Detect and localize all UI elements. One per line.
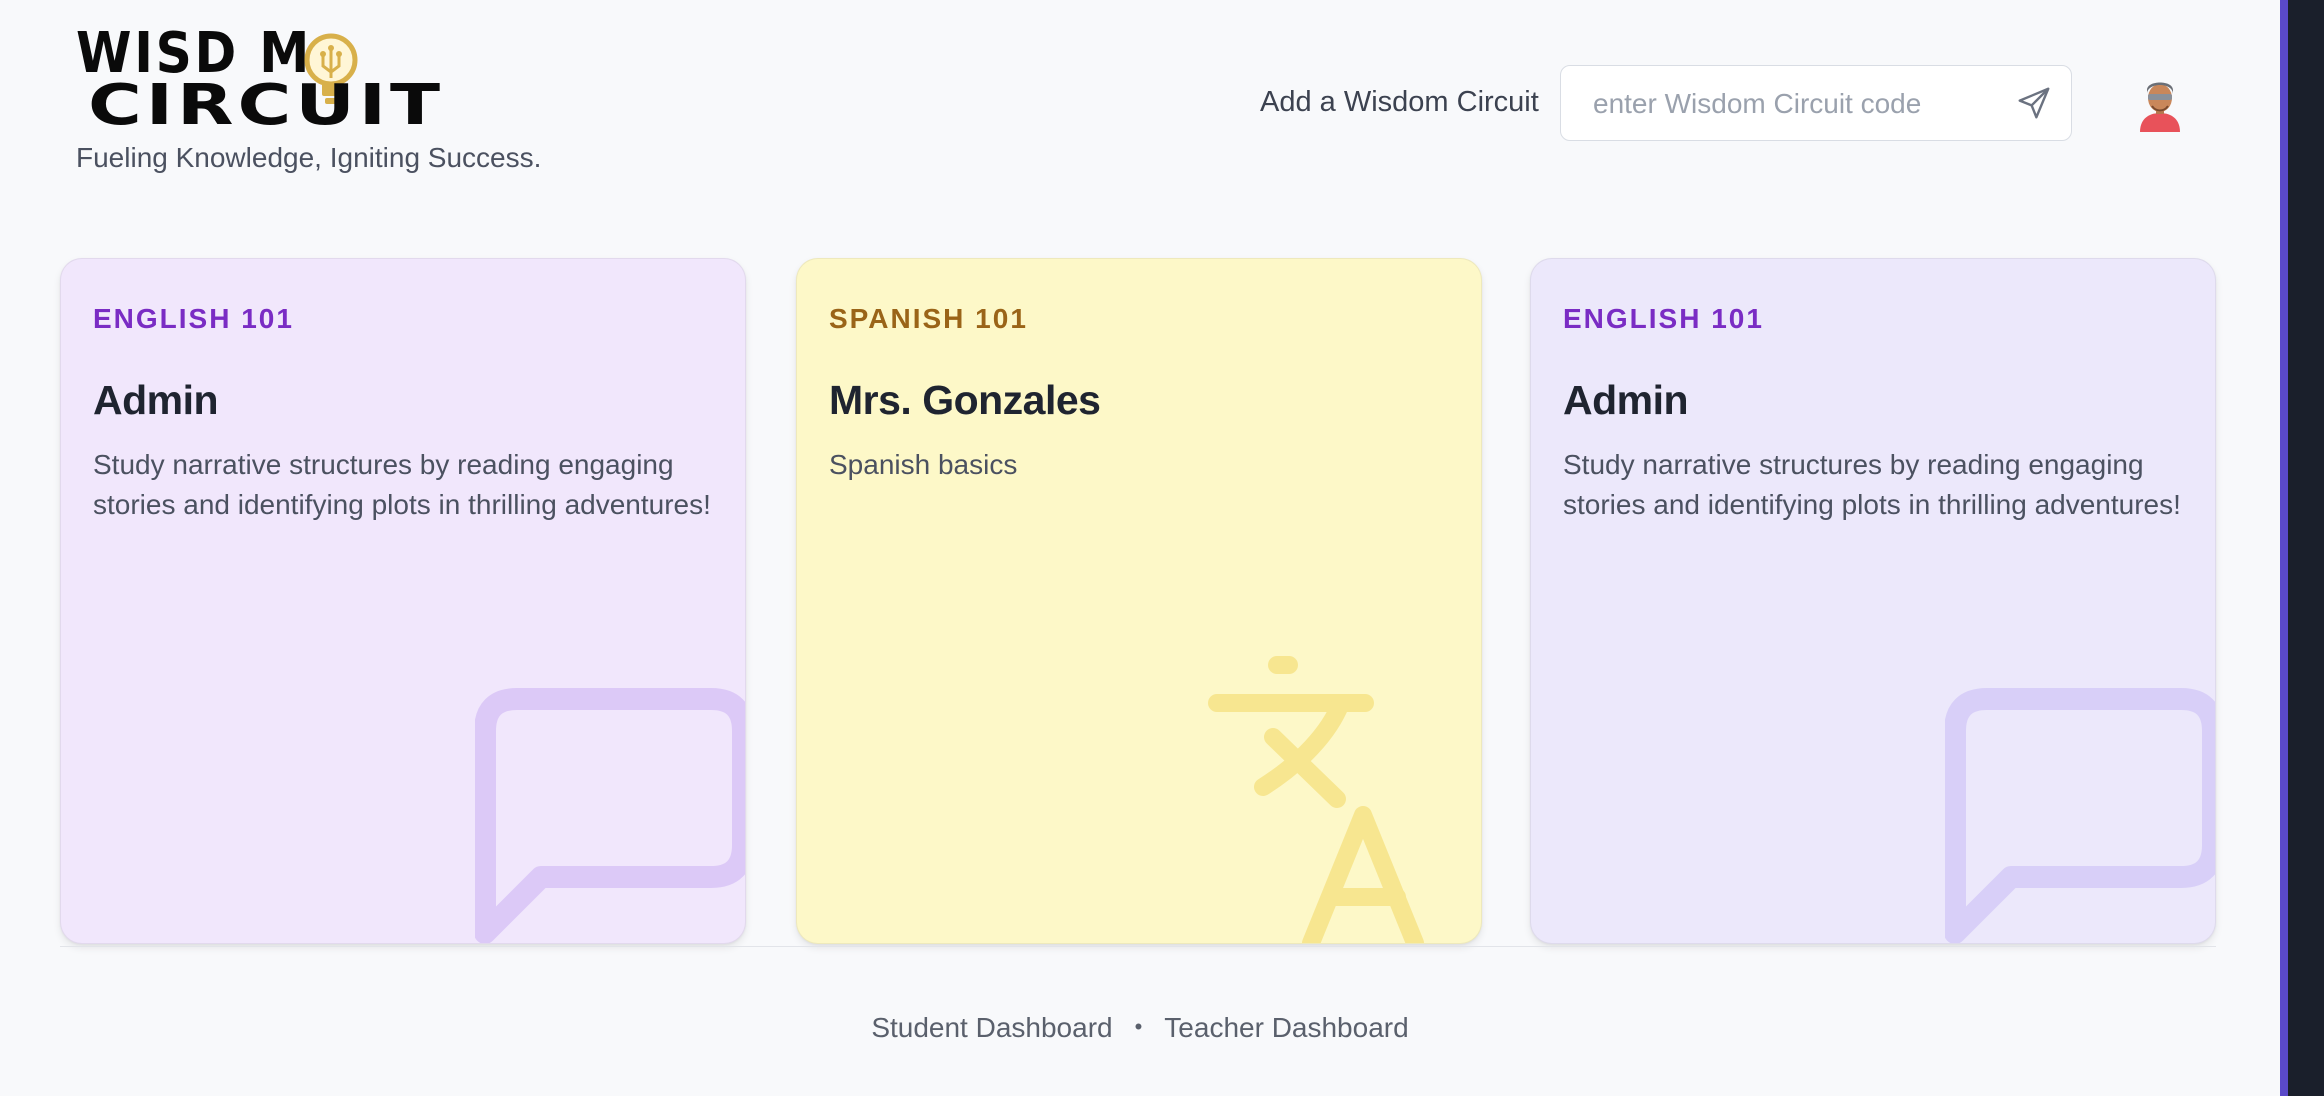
circuit-card-english-1[interactable]: ENGLISH 101 Admin Study narrative struct… xyxy=(60,258,746,944)
student-dashboard-link[interactable]: Student Dashboard xyxy=(871,1012,1112,1043)
circuit-card-english-2[interactable]: ENGLISH 101 Admin Study narrative struct… xyxy=(1530,258,2216,944)
card-description: Spanish basics xyxy=(829,449,1018,480)
circuit-card-spanish[interactable]: SPANISH 101 Mrs. Gonzales Spanish basics xyxy=(796,258,1482,944)
speech-bubble-icon xyxy=(1945,688,2215,943)
card-teacher-name: Admin xyxy=(93,377,219,423)
card-course-title: ENGLISH 101 xyxy=(93,303,294,334)
card-teacher-name: Admin xyxy=(1563,377,1689,423)
circuit-code-input[interactable] xyxy=(1591,66,1995,141)
tagline: Fueling Knowledge, Igniting Success. xyxy=(76,142,542,173)
card-course-title: SPANISH 101 xyxy=(829,303,1028,334)
teacher-dashboard-link[interactable]: Teacher Dashboard xyxy=(1164,1012,1408,1043)
card-description: Study narrative structures by reading en… xyxy=(1563,449,2181,520)
window-edge xyxy=(2280,0,2324,1096)
user-avatar-icon xyxy=(2140,82,2180,132)
card-course-title: ENGLISH 101 xyxy=(1563,303,1764,334)
logo-wordmark-bottom: CIRCUIT xyxy=(88,73,444,126)
footer-separator: • xyxy=(1134,1014,1143,1039)
speech-bubble-icon xyxy=(475,688,745,943)
wisdom-circuit-logo[interactable]: WISD M CIRCUIT xyxy=(74,26,450,126)
add-circuit-label: Add a Wisdom Circuit xyxy=(1260,86,1539,118)
circuit-card-grid: ENGLISH 101 Admin Study narrative struct… xyxy=(60,258,2216,948)
send-button[interactable] xyxy=(2015,84,2053,122)
card-teacher-name: Mrs. Gonzales xyxy=(829,377,1101,423)
user-avatar-button[interactable] xyxy=(2134,76,2186,132)
page-header: WISD M CIRCUIT Fueling Knowledge, Igniti… xyxy=(0,0,2280,200)
card-description: Study narrative structures by reading en… xyxy=(93,449,711,520)
content-divider xyxy=(60,946,2216,947)
translate-icon xyxy=(1208,656,1424,943)
circuit-code-field[interactable] xyxy=(1560,65,2072,141)
footer-nav: Student Dashboard • Teacher Dashboard xyxy=(0,1012,2280,1044)
paper-plane-icon xyxy=(2018,87,2050,119)
